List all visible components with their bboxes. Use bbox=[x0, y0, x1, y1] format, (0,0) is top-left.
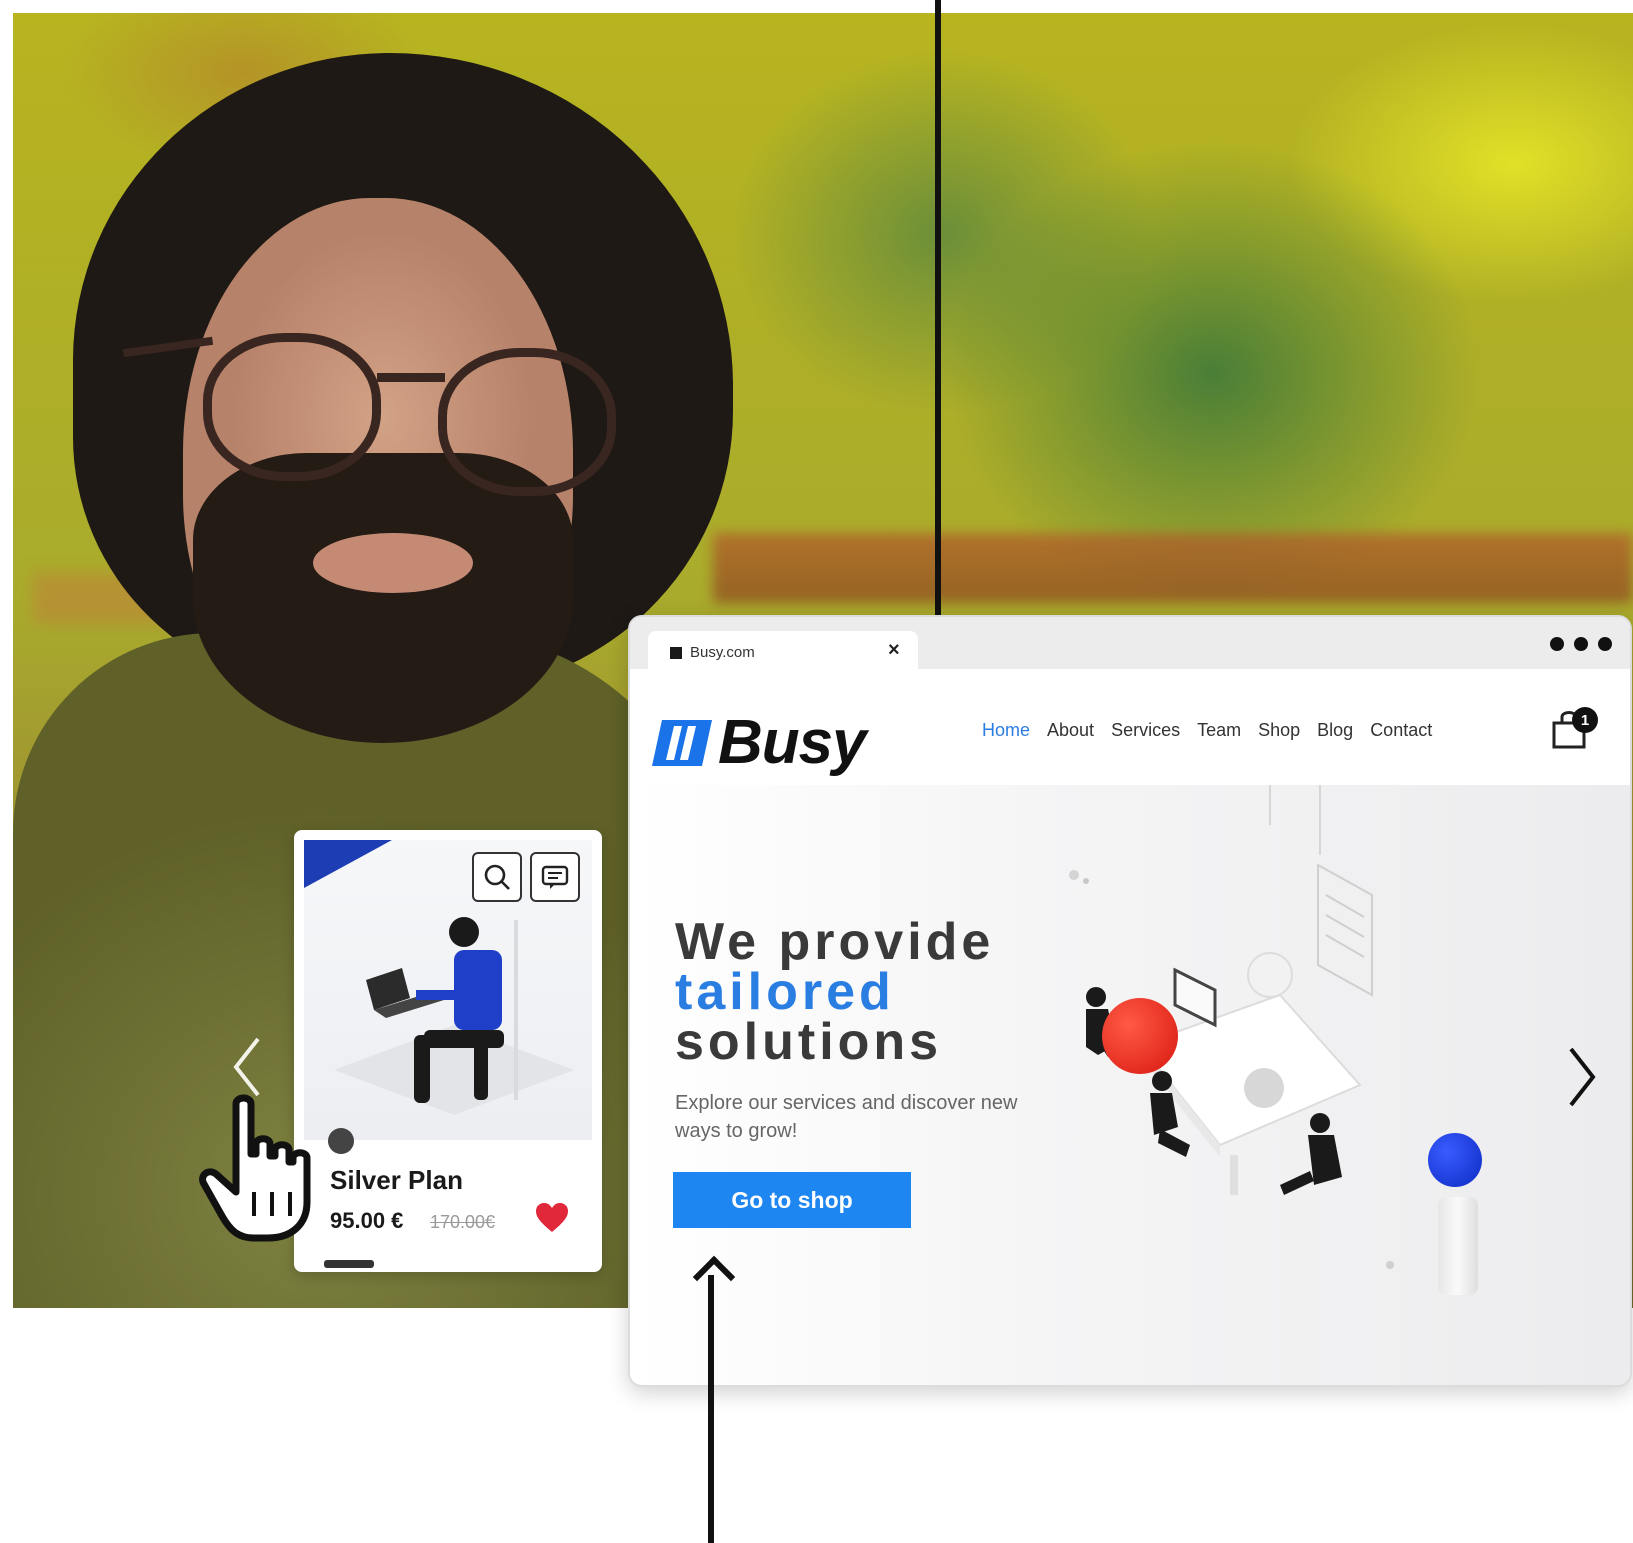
chevron-left-icon bbox=[233, 1037, 260, 1097]
heart-icon bbox=[536, 1203, 568, 1232]
favicon-icon bbox=[670, 647, 682, 659]
card-corner-accent bbox=[304, 840, 392, 888]
product-card[interactable]: Silver Plan 95.00 € 170.00€ bbox=[294, 830, 602, 1272]
hero-line-3: solutions bbox=[675, 1013, 943, 1071]
product-old-price: 170.00€ bbox=[430, 1212, 496, 1232]
grey-sphere bbox=[1244, 1068, 1284, 1108]
glasses-right-lens bbox=[438, 348, 616, 496]
browser-tab-bar: Busy.com × bbox=[630, 617, 1630, 669]
hero-section bbox=[630, 785, 1630, 1385]
window-menu-dots[interactable] bbox=[1550, 637, 1612, 651]
tab-close-button[interactable]: × bbox=[888, 639, 900, 662]
tab-title: Busy.com bbox=[690, 644, 755, 661]
meeting-illustration bbox=[1069, 785, 1394, 1269]
nav-contact[interactable]: Contact bbox=[1370, 720, 1432, 741]
blue-sphere bbox=[1428, 1133, 1482, 1187]
background-shelf bbox=[713, 533, 1633, 603]
nav-home[interactable]: Home bbox=[982, 720, 1030, 741]
dot-icon bbox=[1550, 637, 1564, 651]
hand-pointer-cursor bbox=[196, 1092, 321, 1247]
message-button[interactable] bbox=[530, 852, 580, 902]
person-mouth bbox=[313, 533, 473, 593]
main-nav: Home About Services Team Shop Blog Conta… bbox=[982, 720, 1432, 741]
browser-window: Busy.com × Busy Home About Services Team… bbox=[628, 615, 1632, 1387]
search-icon bbox=[484, 864, 510, 890]
person-beard bbox=[193, 453, 573, 743]
logo-mark-icon bbox=[652, 719, 712, 766]
nav-services[interactable]: Services bbox=[1111, 720, 1180, 741]
site-logo[interactable]: Busy bbox=[652, 707, 867, 778]
chevron-right-icon bbox=[1569, 1047, 1596, 1107]
go-to-shop-button[interactable]: Go to shop bbox=[673, 1172, 911, 1228]
red-sphere bbox=[1102, 998, 1178, 1074]
quick-view-button[interactable] bbox=[472, 852, 522, 902]
hand-pointer-icon bbox=[199, 1094, 311, 1242]
logo-text: Busy bbox=[718, 708, 867, 777]
hero-subtitle: Explore our services and discover new wa… bbox=[675, 1092, 1018, 1142]
pedestal bbox=[1438, 1197, 1478, 1295]
browser-tab[interactable]: Busy.com × bbox=[648, 631, 918, 669]
card-dot bbox=[328, 1128, 354, 1154]
cart-count-badge: 1 bbox=[1572, 707, 1598, 733]
card-indicator-bar bbox=[324, 1260, 374, 1268]
dot-icon bbox=[1574, 637, 1588, 651]
slider-next-button[interactable] bbox=[1565, 1045, 1599, 1114]
arrow-bottom-line bbox=[708, 1275, 714, 1543]
glasses-left-lens bbox=[203, 333, 381, 481]
product-name: Silver Plan bbox=[330, 1165, 463, 1195]
chat-icon bbox=[541, 865, 569, 889]
product-price: 95.00 € bbox=[330, 1208, 404, 1233]
nav-shop[interactable]: Shop bbox=[1258, 720, 1300, 741]
nav-about[interactable]: About bbox=[1047, 720, 1094, 741]
wishlist-button[interactable] bbox=[534, 1202, 570, 1239]
nav-blog[interactable]: Blog bbox=[1317, 720, 1353, 741]
hero-heading: We provide tailored solutions bbox=[675, 913, 995, 1071]
hero-line-1: We provide bbox=[675, 913, 995, 971]
nav-team[interactable]: Team bbox=[1197, 720, 1241, 741]
dot-icon bbox=[1598, 637, 1612, 651]
hero-line-2: tailored bbox=[675, 963, 895, 1021]
glasses-bridge bbox=[377, 373, 445, 382]
